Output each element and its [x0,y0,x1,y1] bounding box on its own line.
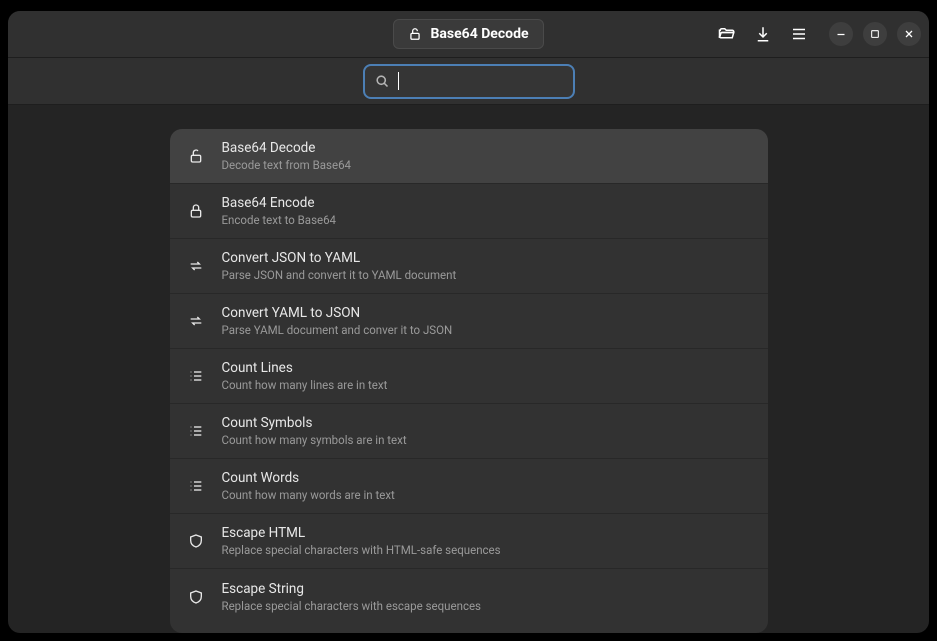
open-button[interactable] [713,20,741,48]
tool-description: Count how many words are in text [222,488,395,502]
hamburger-icon [790,25,808,43]
tool-description: Parse JSON and convert it to YAML docume… [222,268,457,282]
tool-list: Base64 DecodeDecode text from Base64Base… [170,129,768,633]
tool-item[interactable]: Convert YAML to JSON Parse YAML document … [170,294,768,349]
tool-item[interactable]: Convert JSON to YAML Parse JSON and conve… [170,239,768,294]
unlock-icon [186,146,206,166]
maximize-icon [870,29,880,39]
tool-text: Escape HTML Replace special characters wi… [222,525,501,557]
app-window: Base64 Decode [8,11,929,633]
swap-icon [186,311,206,331]
minimize-button[interactable] [829,22,853,46]
search-input[interactable] [406,73,562,89]
close-button[interactable] [897,22,921,46]
lock-icon [186,201,206,221]
search-icon [375,74,390,89]
titlebar: Base64 Decode [8,11,929,58]
tool-title: Base64 Decode [222,140,352,156]
swap-icon [186,256,206,276]
minimize-icon [835,28,847,40]
tool-item[interactable]: Base64 Decode Decode text from Base64 [170,129,768,184]
titlebar-right [713,20,921,48]
tool-description: Count how many symbols are in text [222,433,407,447]
window-title: Base64 Decode [430,26,528,42]
list-icon [186,476,206,496]
tool-item[interactable]: Base64 Encode Encode text to Base64 [170,184,768,239]
tool-title: Escape String [222,581,482,597]
maximize-button[interactable] [863,22,887,46]
searchbar [8,58,929,105]
shield-icon [186,531,206,551]
list-icon [186,366,206,386]
window-controls [829,22,921,46]
tool-description: Decode text from Base64 [222,158,352,172]
search-field-wrap[interactable] [363,64,575,99]
tool-text: Base64 Decode Decode text from Base64 [222,140,352,172]
unlock-icon [408,27,422,41]
tool-title: Escape HTML [222,525,501,541]
content-area: Base64 DecodeDecode text from Base64Base… [8,105,929,633]
close-icon [903,28,915,40]
list-icon [186,421,206,441]
tool-title: Base64 Encode [222,195,337,211]
download-icon [754,25,772,43]
tool-description: Count how many lines are in text [222,378,388,392]
tool-text: Count Words Count how many words are in t… [222,470,395,502]
text-caret [398,72,399,90]
tool-item[interactable]: Count Lines Count how many lines are in t… [170,349,768,404]
tool-description: Replace special characters with escape s… [222,599,482,613]
tool-title: Count Words [222,470,395,486]
tool-title: Convert JSON to YAML [222,250,457,266]
menu-button[interactable] [785,20,813,48]
tool-text: Base64 Encode Encode text to Base64 [222,195,337,227]
tool-item[interactable]: Escape HTML Replace special characters wi… [170,514,768,569]
tool-description: Parse YAML document and conver it to JSO… [222,323,453,337]
tool-title: Count Symbols [222,415,407,431]
tool-text: Count Symbols Count how many symbols are … [222,415,407,447]
title-badge[interactable]: Base64 Decode [393,19,543,49]
tool-text: Count Lines Count how many lines are in t… [222,360,388,392]
tool-text: Convert YAML to JSON Parse YAML document … [222,305,453,337]
download-button[interactable] [749,20,777,48]
tool-item[interactable]: Count Words Count how many words are in t… [170,459,768,514]
folder-open-icon [718,25,736,43]
tool-text: Convert JSON to YAML Parse JSON and conve… [222,250,457,282]
tool-description: Encode text to Base64 [222,213,337,227]
tool-item[interactable]: Escape String Replace special characters … [170,569,768,624]
tool-text: Escape String Replace special characters … [222,581,482,613]
tool-item[interactable]: Count Symbols Count how many symbols are … [170,404,768,459]
tool-title: Count Lines [222,360,388,376]
shield-icon [186,587,206,607]
tool-description: Replace special characters with HTML-saf… [222,543,501,557]
tool-title: Convert YAML to JSON [222,305,453,321]
